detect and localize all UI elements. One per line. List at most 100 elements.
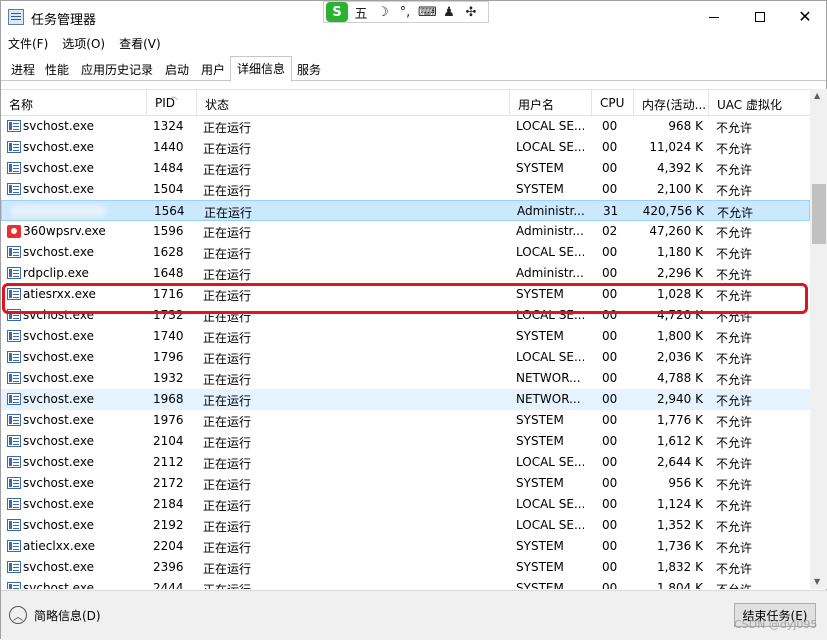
- process-cpu: 00: [602, 560, 618, 574]
- ime-mode-wubi[interactable]: 五: [352, 3, 370, 22]
- process-pid: 2192: [153, 518, 184, 532]
- process-uac: 不允许: [716, 541, 753, 555]
- service-icon: [7, 288, 21, 300]
- process-username: LOCAL SE...: [516, 497, 584, 511]
- process-memory: 1,804 K: [656, 581, 703, 589]
- moon-icon[interactable]: ☽: [374, 5, 392, 20]
- process-cpu: 00: [602, 581, 618, 589]
- column-header-name[interactable]: 名称: [1, 90, 147, 116]
- table-row[interactable]: svchost.exe 2444 正在运行 SYSTEM 00 1,804 K 不允许: [1, 578, 810, 589]
- process-pid: 1796: [153, 350, 184, 364]
- table-row[interactable]: svchost.exe 1796 正在运行 LOCAL SE... 00 2,036 K 不…: [1, 347, 810, 368]
- process-name: rdpclip.exe: [23, 266, 89, 280]
- table-row[interactable]: svchost.exe 2192 正在运行 LOCAL SE... 00 1,352 K 不…: [1, 515, 810, 536]
- table-row[interactable]: svchost.exe 1932 正在运行 NETWOR... 00 4,788 K 不允许: [1, 368, 810, 389]
- keyboard-icon[interactable]: ⌨: [418, 5, 437, 20]
- table-row[interactable]: svchost.exe 1440 正在运行 LOCAL SE... 00 11,024 K…: [1, 137, 810, 158]
- process-status: 正在运行: [203, 499, 252, 513]
- process-username: SYSTEM: [516, 434, 564, 448]
- close-button[interactable]: ✕: [782, 1, 827, 33]
- process-name: svchost.exe: [23, 371, 94, 385]
- process-status: 正在运行: [203, 226, 252, 240]
- fewer-details-link[interactable]: 简略信息(D): [34, 607, 101, 624]
- table-row[interactable]: svchost.exe 2104 正在运行 SYSTEM 00 1,612 K 不允许: [1, 431, 810, 452]
- table-row[interactable]: svchost.exe 1484 正在运行 SYSTEM 00 4,392 K 不允许: [1, 158, 810, 179]
- table-row[interactable]: svchost.exe 1504 正在运行 SYSTEM 00 2,100 K 不允许: [1, 179, 810, 200]
- process-details-list[interactable]: 名称 PID ︿ 状态 用户名 CPU 内存(活动... UAC 虚拟化 svc…: [1, 89, 827, 589]
- scrollbar-thumb[interactable]: [812, 184, 826, 244]
- process-uac: 不允许: [716, 520, 753, 534]
- column-header-memory[interactable]: 内存(活动...: [634, 90, 709, 116]
- process-memory: 2,100 K: [656, 182, 703, 196]
- process-status: 正在运行: [203, 520, 252, 534]
- tab-app-history[interactable]: 应用历史记录: [75, 58, 159, 81]
- table-row[interactable]: svchost.exe 2172 正在运行 SYSTEM 00 956 K 不允许: [1, 473, 810, 494]
- process-name: svchost.exe: [23, 434, 94, 448]
- menu-view[interactable]: 查看(V): [112, 33, 168, 53]
- service-icon: [7, 477, 21, 489]
- scroll-up-icon[interactable]: ▲: [814, 91, 820, 100]
- maximize-button[interactable]: [737, 1, 783, 33]
- process-cpu: 00: [602, 539, 618, 553]
- column-header-uac[interactable]: UAC 虚拟化: [709, 90, 810, 116]
- process-cpu: 00: [602, 350, 618, 364]
- table-row[interactable]: svchost.exe 2396 正在运行 SYSTEM 00 1,832 K 不允许: [1, 557, 810, 578]
- menu-file[interactable]: 文件(F): [1, 33, 55, 53]
- vertical-scrollbar[interactable]: ▲ ▼: [810, 89, 827, 589]
- process-pid: 2184: [153, 497, 184, 511]
- process-uac: 不允许: [716, 394, 753, 408]
- tab-users[interactable]: 用户: [195, 58, 231, 81]
- punctuation-icon[interactable]: °,: [396, 5, 414, 20]
- process-memory: 1,612 K: [656, 434, 703, 448]
- table-row[interactable]: svchost.exe 1324 正在运行 LOCAL SE... 00 968 K 不允许: [1, 116, 810, 137]
- column-header-status[interactable]: 状态: [197, 90, 510, 116]
- process-name: svchost.exe: [23, 161, 94, 175]
- table-row[interactable]: 360wpsrv.exe 1596 正在运行 Administr... 02 47,260…: [1, 221, 810, 242]
- process-status: 正在运行: [203, 436, 252, 450]
- tab-performance[interactable]: 性能: [39, 58, 75, 81]
- process-pid: 1504: [153, 182, 184, 196]
- process-memory: 2,940 K: [656, 392, 703, 406]
- tab-startup[interactable]: 启动: [159, 58, 195, 81]
- table-row[interactable]: svchost.exe 1976 正在运行 SYSTEM 00 1,776 K 不允许: [1, 410, 810, 431]
- process-uac: 不允许: [716, 415, 753, 429]
- table-row[interactable]: atiesrxx.exe 1716 正在运行 SYSTEM 00 1,028 K 不允许: [1, 284, 810, 305]
- table-row[interactable]: svchost.exe 2112 正在运行 LOCAL SE... 00 2,644 K 不…: [1, 452, 810, 473]
- process-memory: 956 K: [668, 476, 703, 490]
- process-pid: 1732: [153, 308, 184, 322]
- collapse-chevron-icon[interactable]: ︿: [9, 606, 27, 624]
- service-icon: [7, 372, 21, 384]
- table-row[interactable]: svchost.exe 1732 正在运行 LOCAL SE... 00 4,720 K 不…: [1, 305, 810, 326]
- column-header-cpu[interactable]: CPU: [592, 90, 634, 116]
- process-status: 正在运行: [203, 310, 252, 324]
- service-icon: [7, 456, 21, 468]
- process-pid: 2172: [153, 476, 184, 490]
- settings-icon[interactable]: ✣: [462, 5, 480, 20]
- menu-options[interactable]: 选项(O): [55, 33, 112, 53]
- table-row[interactable]: 1564 正在运行 Administr... 31 420,756 K 不允许: [1, 200, 810, 221]
- tab-services[interactable]: 服务: [291, 58, 327, 81]
- process-pid: 1932: [153, 371, 184, 385]
- table-row[interactable]: atieclxx.exe 2204 正在运行 SYSTEM 00 1,736 K 不允许: [1, 536, 810, 557]
- maximize-icon: [755, 12, 765, 22]
- user-icon[interactable]: ♟: [440, 5, 458, 20]
- process-cpu: 00: [602, 245, 618, 259]
- tab-details[interactable]: 详细信息: [230, 56, 293, 82]
- process-cpu: 00: [602, 434, 618, 448]
- service-icon: [7, 540, 21, 552]
- task-manager-window: 任务管理器 S 五 ☽ °, ⌨ ♟ ✣ ✕ 文件(F) 选项(O) 查看(V)…: [0, 0, 827, 640]
- tab-processes[interactable]: 进程: [5, 58, 41, 81]
- process-pid: 1740: [153, 329, 184, 343]
- table-row[interactable]: svchost.exe 1628 正在运行 LOCAL SE... 00 1,180 K 不…: [1, 242, 810, 263]
- minimize-button[interactable]: [691, 1, 737, 33]
- sogou-logo-icon[interactable]: S: [326, 2, 348, 22]
- process-status: 正在运行: [203, 163, 252, 177]
- column-header-username[interactable]: 用户名: [510, 90, 592, 116]
- table-row[interactable]: rdpclip.exe 1648 正在运行 Administr... 00 2,296 K…: [1, 263, 810, 284]
- process-cpu: 00: [602, 455, 618, 469]
- table-row[interactable]: svchost.exe 2184 正在运行 LOCAL SE... 00 1,124 K 不…: [1, 494, 810, 515]
- table-row[interactable]: svchost.exe 1968 正在运行 NETWOR... 00 2,940 K 不允许: [1, 389, 810, 410]
- table-row[interactable]: svchost.exe 1740 正在运行 SYSTEM 00 1,800 K 不允许: [1, 326, 810, 347]
- scroll-down-icon[interactable]: ▼: [814, 577, 820, 586]
- process-uac: 不允许: [716, 142, 753, 156]
